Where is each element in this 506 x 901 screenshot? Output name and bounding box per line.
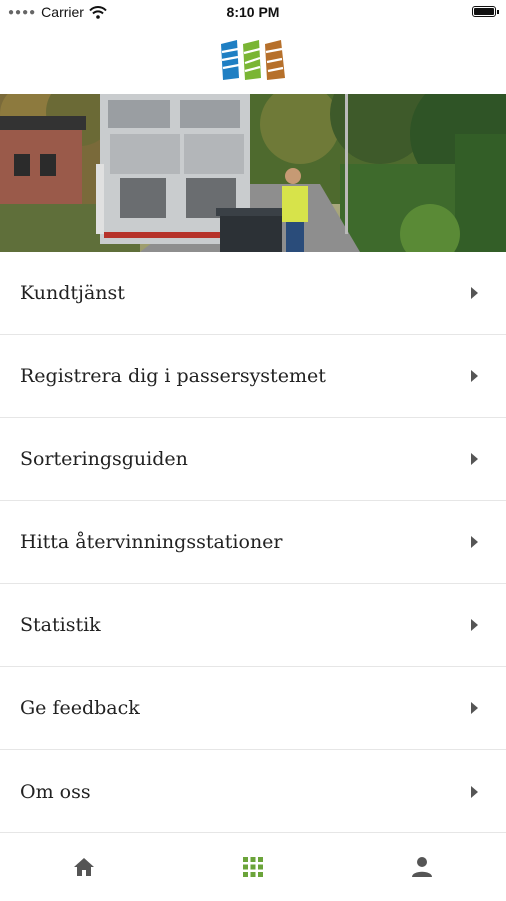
menu-item-registrera[interactable]: Registrera dig i passersystemet — [0, 335, 506, 418]
menu-item-label: Hitta återvinningsstationer — [20, 531, 283, 553]
chevron-right-icon — [471, 702, 478, 714]
app-logo — [221, 40, 285, 80]
menu-item-statistik[interactable]: Statistik — [0, 584, 506, 667]
tab-bar — [0, 832, 506, 901]
status-bar: ●●●● Carrier 8:10 PM — [0, 0, 506, 26]
menu-list: Kundtjänst Registrera dig i passersystem… — [0, 252, 506, 833]
menu-item-label: Om oss — [20, 780, 91, 803]
menu-item-kundtjanst[interactable]: Kundtjänst — [0, 252, 506, 335]
header — [0, 26, 506, 94]
home-icon — [74, 858, 95, 876]
menu-item-label: Statistik — [20, 614, 101, 636]
menu-item-label: Kundtjänst — [20, 282, 125, 304]
menu-item-label: Registrera dig i passersystemet — [20, 365, 326, 387]
menu-item-feedback[interactable]: Ge feedback — [0, 667, 506, 750]
menu-item-atervinningsstationer[interactable]: Hitta återvinningsstationer — [0, 501, 506, 584]
chevron-right-icon — [471, 370, 478, 382]
tab-home[interactable] — [0, 833, 169, 901]
menu-item-sorteringsguiden[interactable]: Sorteringsguiden — [0, 418, 506, 501]
chevron-right-icon — [471, 619, 478, 631]
menu-item-om-oss[interactable]: Om oss — [0, 750, 506, 833]
hero-image — [0, 94, 506, 252]
tab-menu[interactable] — [169, 833, 338, 901]
chevron-right-icon — [471, 453, 478, 465]
chevron-right-icon — [471, 785, 478, 798]
person-icon — [411, 857, 432, 877]
status-time: 8:10 PM — [226, 4, 280, 20]
tab-profile[interactable] — [337, 833, 506, 901]
menu-item-label: Ge feedback — [20, 697, 140, 719]
battery-icon — [472, 6, 499, 17]
menu-item-label: Sorteringsguiden — [20, 448, 188, 470]
grid-icon — [243, 857, 263, 877]
chevron-right-icon — [471, 536, 478, 548]
chevron-right-icon — [471, 287, 478, 299]
